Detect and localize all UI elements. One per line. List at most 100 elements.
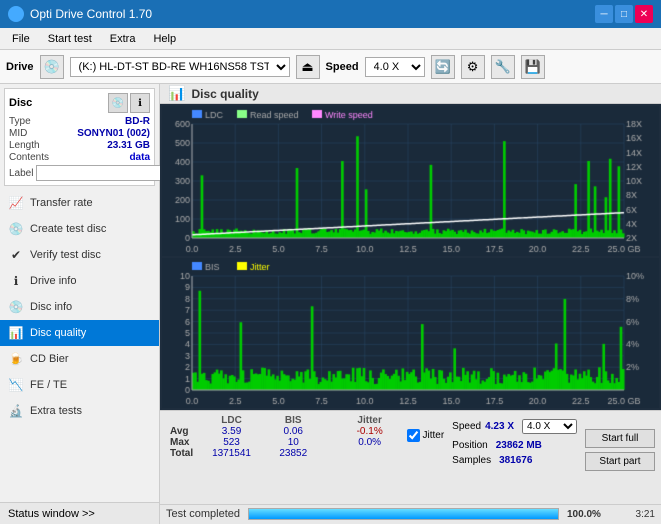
disc-info-nav-icon: 💿	[8, 299, 24, 315]
menu-start-test[interactable]: Start test	[40, 31, 100, 47]
jitter-section: Jitter	[407, 429, 444, 442]
fe-te-label: FE / TE	[30, 379, 67, 391]
total-label: Total	[166, 448, 200, 459]
transfer-rate-icon: 📈	[8, 195, 24, 211]
progress-percent: 100.0%	[567, 509, 607, 520]
top-chart-canvas	[162, 106, 659, 256]
jitter-label: Jitter	[422, 430, 444, 441]
avg-label: Avg	[166, 426, 200, 437]
verify-test-disc-icon: ✔	[8, 247, 24, 263]
title-bar: Opti Drive Control 1.70 ─ □ ✕	[0, 0, 661, 28]
panel-header: 📊 Disc quality	[160, 84, 661, 104]
app-title: Opti Drive Control 1.70	[30, 7, 152, 21]
extra-tests-icon: 🔬	[8, 403, 24, 419]
menu-file[interactable]: File	[4, 31, 38, 47]
drive-bar: Drive 💿 (K:) HL-DT-ST BD-RE WH16NS58 TST…	[0, 50, 661, 84]
panel-title: Disc quality	[191, 87, 258, 101]
bis-header: BIS	[263, 415, 323, 426]
start-buttons: Start full Start part	[585, 429, 655, 471]
create-test-disc-icon: 💿	[8, 221, 24, 237]
stats-bar: LDC BIS Jitter Avg 3.59 0.06 -0.1% Max	[160, 410, 661, 503]
eject-button[interactable]: ⏏	[296, 55, 320, 79]
total-bis: 23852	[263, 448, 323, 459]
sidebar: Disc 💿 ℹ Type BD-R MID SONYN01 (002) Len…	[0, 84, 160, 524]
disc-quality-icon: 📊	[8, 325, 24, 341]
menu-bar: File Start test Extra Help	[0, 28, 661, 50]
sidebar-item-cd-bier[interactable]: 🍺 CD Bier	[0, 346, 159, 372]
progress-bar-fill	[249, 509, 558, 519]
sidebar-item-disc-quality[interactable]: 📊 Disc quality	[0, 320, 159, 346]
mid-label: MID	[9, 128, 27, 139]
maximize-button[interactable]: □	[615, 5, 633, 23]
length-label: Length	[9, 140, 40, 151]
avg-ldc: 3.59	[200, 426, 263, 437]
max-ldc: 523	[200, 437, 263, 448]
disc-info-label: Disc info	[30, 301, 72, 313]
progress-bar	[248, 508, 559, 520]
status-window-button[interactable]: Status window >>	[0, 502, 159, 524]
position-value: 23862 MB	[496, 440, 542, 451]
verify-test-disc-label: Verify test disc	[30, 249, 101, 261]
max-bis: 10	[263, 437, 323, 448]
disc-section-label: Disc	[9, 97, 32, 109]
avg-bis: 0.06	[263, 426, 323, 437]
cd-bier-icon: 🍺	[8, 351, 24, 367]
bottom-chart-canvas	[162, 258, 659, 408]
bottom-chart	[162, 258, 659, 408]
speed-info-label: Speed	[452, 421, 481, 432]
drive-label: Drive	[6, 61, 34, 73]
stats-table: LDC BIS Jitter Avg 3.59 0.06 -0.1% Max	[166, 415, 399, 459]
status-window-label: Status window >>	[8, 508, 95, 520]
max-label: Max	[166, 437, 200, 448]
minimize-button[interactable]: ─	[595, 5, 613, 23]
menu-help[interactable]: Help	[145, 31, 184, 47]
sidebar-item-create-test-disc[interactable]: 💿 Create test disc	[0, 216, 159, 242]
sidebar-item-disc-info[interactable]: 💿 Disc info	[0, 294, 159, 320]
top-chart	[162, 106, 659, 256]
start-full-button[interactable]: Start full	[585, 429, 655, 448]
fe-te-icon: 📉	[8, 377, 24, 393]
refresh-button[interactable]: 🔄	[431, 55, 455, 79]
disc-info-icon: ℹ	[130, 93, 150, 113]
samples-label: Samples	[452, 455, 491, 466]
jitter-checkbox-row: Jitter	[407, 429, 444, 442]
cd-bier-label: CD Bier	[30, 353, 69, 365]
type-value: BD-R	[125, 116, 150, 127]
speed-label: Speed	[326, 61, 359, 73]
save-button[interactable]: 💾	[521, 55, 545, 79]
create-test-disc-label: Create test disc	[30, 223, 106, 235]
position-label: Position	[452, 440, 488, 451]
panel-icon: 📊	[168, 85, 185, 102]
drive-info-icon: ℹ	[8, 273, 24, 289]
charts-area	[160, 104, 661, 410]
progress-time: 3:21	[615, 509, 655, 520]
sidebar-item-drive-info[interactable]: ℹ Drive info	[0, 268, 159, 294]
close-button[interactable]: ✕	[635, 5, 653, 23]
transfer-rate-label: Transfer rate	[30, 197, 93, 209]
speed-select[interactable]: 1.0 X 2.0 X 4.0 X 6.0 X 8.0 X	[365, 57, 425, 77]
drive-select[interactable]: (K:) HL-DT-ST BD-RE WH16NS58 TST4	[70, 57, 290, 77]
nav-items: 📈 Transfer rate 💿 Create test disc ✔ Ver…	[0, 190, 159, 502]
status-text: Test completed	[166, 508, 240, 520]
sidebar-item-verify-test-disc[interactable]: ✔ Verify test disc	[0, 242, 159, 268]
type-label: Type	[9, 116, 31, 127]
speed-position-info: Speed 4.23 X 4.0 X Position 23862 MB Sam…	[452, 419, 577, 466]
start-part-button[interactable]: Start part	[585, 452, 655, 471]
jitter-checkbox[interactable]	[407, 429, 420, 442]
label-label: Label	[9, 168, 33, 179]
sidebar-item-transfer-rate[interactable]: 📈 Transfer rate	[0, 190, 159, 216]
app-icon	[8, 6, 24, 22]
right-panel: 📊 Disc quality LDC BIS	[160, 84, 661, 524]
menu-extra[interactable]: Extra	[102, 31, 144, 47]
options-button[interactable]: 🔧	[491, 55, 515, 79]
speed-info-select[interactable]: 4.0 X	[522, 419, 577, 434]
drive-browse-button[interactable]: 💿	[40, 55, 64, 79]
label-input[interactable]	[36, 165, 174, 181]
jitter-header: Jitter	[340, 415, 400, 426]
sidebar-item-fe-te[interactable]: 📉 FE / TE	[0, 372, 159, 398]
contents-value: data	[129, 152, 150, 163]
mid-value: SONYN01 (002)	[77, 128, 150, 139]
sidebar-item-extra-tests[interactable]: 🔬 Extra tests	[0, 398, 159, 424]
settings-button[interactable]: ⚙	[461, 55, 485, 79]
disc-info-box: Disc 💿 ℹ Type BD-R MID SONYN01 (002) Len…	[4, 88, 155, 186]
